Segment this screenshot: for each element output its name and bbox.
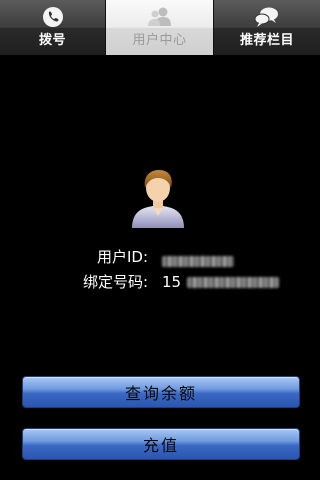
tab-user-center-label: 用户中心	[132, 33, 187, 48]
bound-number-prefix: 15	[162, 273, 182, 291]
tab-user-center[interactable]: 用户中心	[106, 0, 214, 55]
tab-dial-label: 拨号	[38, 33, 66, 48]
redacted-user-id	[162, 256, 234, 267]
dial-icon	[39, 5, 67, 29]
screen: 拨号 用户中心 推荐栏目 用户ID: 绑定号码: 15 查询余额 充值	[0, 0, 320, 480]
user-id-value	[162, 251, 234, 271]
user-id-label: 用户ID:	[96, 248, 148, 266]
tab-dial[interactable]: 拨号	[0, 0, 106, 55]
bound-number-value: 15	[162, 272, 279, 292]
tab-recommended[interactable]: 推荐栏目	[214, 0, 320, 55]
tab-bar: 拨号 用户中心 推荐栏目	[0, 0, 320, 55]
query-balance-button[interactable]: 查询余额	[22, 376, 300, 408]
chat-bubbles-icon	[253, 5, 281, 29]
avatar	[128, 166, 188, 230]
users-icon	[146, 5, 174, 29]
recharge-button[interactable]: 充值	[22, 428, 300, 460]
tab-recommended-label: 推荐栏目	[239, 33, 294, 48]
bound-number-label: 绑定号码:	[82, 273, 148, 291]
redacted-bound-number	[186, 277, 279, 288]
